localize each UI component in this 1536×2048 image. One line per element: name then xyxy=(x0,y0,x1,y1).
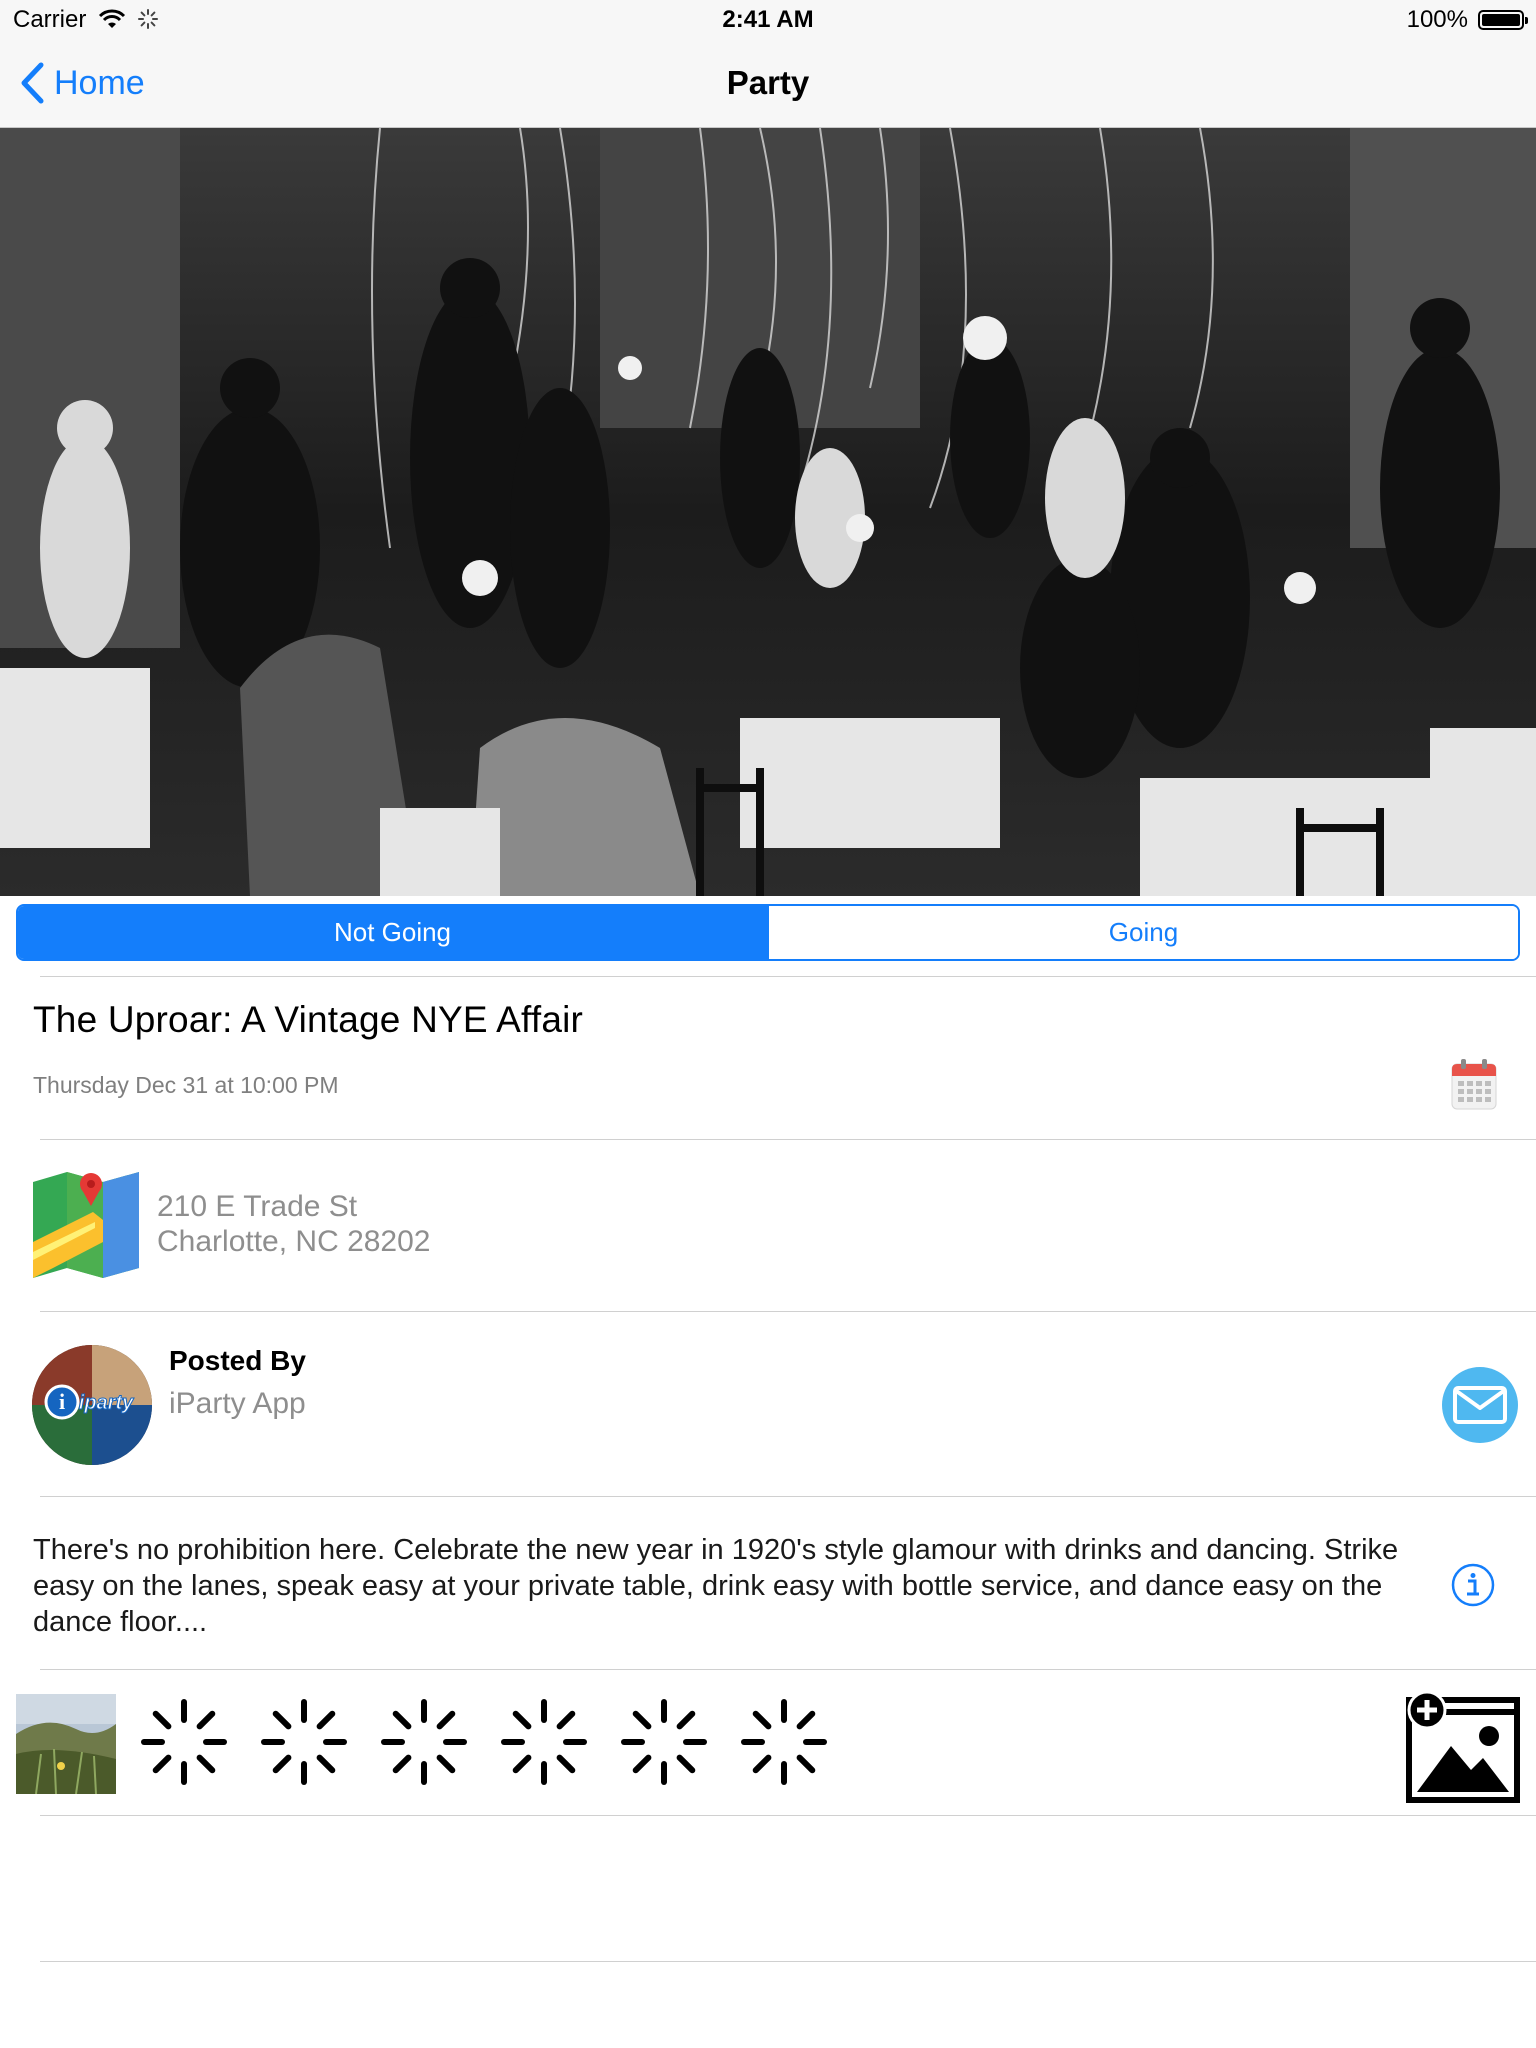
status-time: 2:41 AM xyxy=(722,6,814,33)
going-segment[interactable]: Going xyxy=(767,906,1518,959)
photo-thumbnail[interactable] xyxy=(16,1694,116,1794)
map-icon[interactable] xyxy=(33,1172,139,1283)
divider xyxy=(40,1815,1536,1816)
loading-spinner-icon xyxy=(381,1699,467,1785)
event-description: There's no prohibition here. Celebrate t… xyxy=(33,1534,1399,1638)
navigation-bar: Home Party xyxy=(0,40,1536,128)
divider xyxy=(40,1139,1536,1140)
divider xyxy=(40,1961,1536,1962)
loading-spinner-icon xyxy=(141,1699,227,1785)
svg-text:i: i xyxy=(59,1389,65,1414)
divider xyxy=(40,1669,1536,1670)
add-photo-button[interactable] xyxy=(1405,1688,1521,1809)
poster-name[interactable]: iParty App xyxy=(169,1387,306,1421)
message-button[interactable] xyxy=(1441,1366,1519,1449)
loading-spinner-icon xyxy=(621,1699,707,1785)
info-icon[interactable] xyxy=(1451,1563,1495,1612)
battery-percent: 100% xyxy=(1406,6,1468,33)
rsvp-segmented-control[interactable]: Not Going Going xyxy=(16,904,1520,961)
not-going-segment[interactable]: Not Going xyxy=(18,906,767,959)
event-date: Thursday Dec 31 at 10:00 PM xyxy=(33,1072,339,1098)
divider xyxy=(40,1311,1536,1312)
address-line-2[interactable]: Charlotte, NC 28202 xyxy=(157,1225,431,1259)
add-photo-icon xyxy=(1406,1690,1520,1803)
event-title: The Uproar: A Vintage NYE Affair xyxy=(33,999,584,1040)
posted-by-label: Posted By xyxy=(169,1345,306,1376)
address-line-1[interactable]: 210 E Trade St xyxy=(157,1190,357,1224)
loading-spinner-icon xyxy=(261,1699,347,1785)
event-cover-photo xyxy=(0,128,1536,896)
mail-icon xyxy=(1442,1367,1518,1443)
divider xyxy=(40,1496,1536,1497)
loading-spinner-icon xyxy=(741,1699,827,1785)
status-bar: Carrier 2:41 AM 100% xyxy=(0,0,1536,40)
divider xyxy=(40,976,1536,977)
battery-icon xyxy=(1478,10,1528,30)
page-title: Party xyxy=(726,64,810,101)
svg-text:iparty: iparty xyxy=(79,1392,134,1414)
avatar[interactable]: i iparty xyxy=(32,1345,152,1465)
calendar-icon[interactable] xyxy=(1451,1058,1497,1115)
loading-spinner-icon xyxy=(501,1699,587,1785)
photo-loading-row xyxy=(138,1696,830,1788)
